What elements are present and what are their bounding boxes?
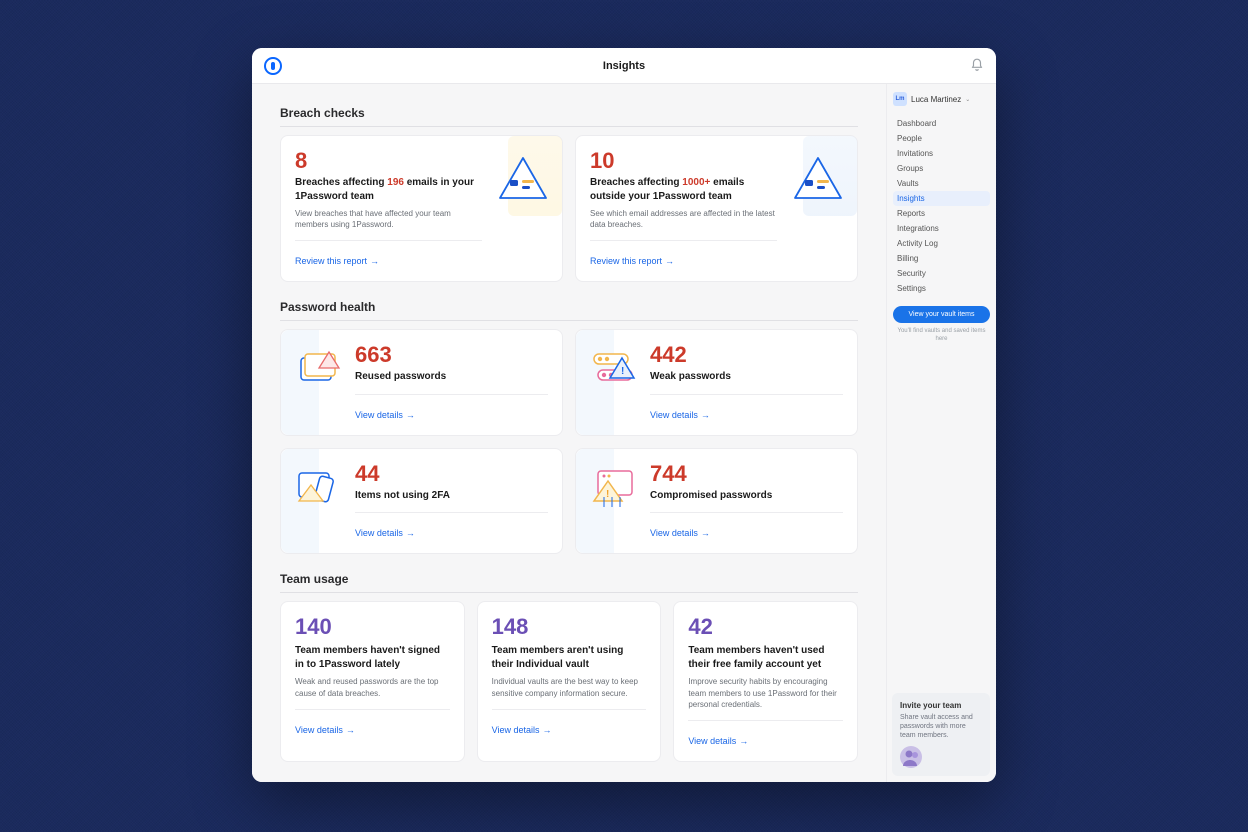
view-details-link[interactable]: View details→ (355, 528, 415, 538)
vault-subtext: You'll find vaults and saved items here (893, 327, 990, 344)
breach-count: 10 (590, 148, 777, 174)
health-count: 663 (355, 342, 548, 368)
health-card-2fa: 44 Items not using 2FA View details→ (280, 448, 563, 555)
svg-text:!: ! (621, 366, 624, 377)
reused-passwords-icon (295, 344, 343, 392)
breach-title: Breaches affecting 196 emails in your 1P… (295, 176, 482, 203)
sidebar-item-people[interactable]: People (893, 131, 990, 146)
page-title: Insights (252, 60, 996, 72)
breach-shield-icon (492, 154, 554, 210)
sidebar: Lm Luca Martinez ⌄ DashboardPeopleInvita… (886, 84, 996, 782)
view-details-link[interactable]: View details→ (650, 410, 710, 420)
team-card-vault: 148 Team members aren't using their Indi… (477, 601, 662, 762)
section-heading-health: Password health (280, 300, 858, 321)
compromised-icon: ! (590, 463, 638, 511)
team-card-family: 42 Team members haven't used their free … (673, 601, 858, 762)
team-sub: Individual vaults are the best way to ke… (492, 676, 647, 698)
health-card-reused: 663 Reused passwords View details→ (280, 329, 563, 436)
team-title: Team members haven't used their free fam… (688, 644, 843, 671)
view-details-link[interactable]: View details→ (355, 410, 415, 420)
section-heading-breach: Breach checks (280, 106, 858, 127)
health-count: 744 (650, 461, 843, 487)
health-label: Items not using 2FA (355, 489, 548, 503)
review-report-link[interactable]: Review this report→ (590, 256, 674, 266)
team-sub: Improve security habits by encouraging t… (688, 676, 843, 710)
team-sub: Weak and reused passwords are the top ca… (295, 676, 450, 698)
health-label: Reused passwords (355, 370, 548, 384)
user-menu[interactable]: Lm Luca Martinez ⌄ (893, 92, 990, 106)
invite-team-card[interactable]: Invite your team Share vault access and … (892, 693, 990, 776)
breach-title: Breaches affecting 1000+ emails outside … (590, 176, 777, 203)
view-vault-button[interactable]: View your vault items (893, 306, 990, 323)
main-content: Breach checks 8 Breaches affecting 196 e… (252, 84, 886, 782)
health-card-weak: ! 442 Weak passwords View details→ (575, 329, 858, 436)
breach-shield-icon (787, 154, 849, 210)
sidebar-item-insights[interactable]: Insights (893, 191, 990, 206)
health-label: Weak passwords (650, 370, 843, 384)
sidebar-item-invitations[interactable]: Invitations (893, 146, 990, 161)
no-2fa-icon (295, 463, 343, 511)
review-report-link[interactable]: Review this report→ (295, 256, 379, 266)
health-count: 442 (650, 342, 843, 368)
view-details-link[interactable]: View details→ (492, 725, 552, 735)
sidebar-item-settings[interactable]: Settings (893, 281, 990, 296)
view-details-link[interactable]: View details→ (650, 528, 710, 538)
section-heading-team: Team usage (280, 572, 858, 593)
team-title: Team members haven't signed in to 1Passw… (295, 644, 450, 671)
sidebar-item-dashboard[interactable]: Dashboard (893, 116, 990, 131)
breach-sub: See which email addresses are affected i… (590, 208, 777, 230)
app-window: Insights Breach checks 8 Breaches affect… (252, 48, 996, 782)
breach-card-internal: 8 Breaches affecting 196 emails in your … (280, 135, 563, 282)
sidebar-item-groups[interactable]: Groups (893, 161, 990, 176)
sidebar-item-billing[interactable]: Billing (893, 251, 990, 266)
team-count: 42 (688, 614, 843, 640)
health-card-compromised: ! 744 Compromised passwords View details… (575, 448, 858, 555)
topbar: Insights (252, 48, 996, 84)
invite-avatar-icon (900, 746, 922, 768)
health-label: Compromised passwords (650, 489, 843, 503)
view-details-link[interactable]: View details→ (688, 736, 748, 746)
user-name: Luca Martinez (911, 95, 961, 104)
invite-sub: Share vault access and passwords with mo… (900, 713, 982, 740)
health-count: 44 (355, 461, 548, 487)
view-details-link[interactable]: View details→ (295, 725, 355, 735)
team-count: 148 (492, 614, 647, 640)
sidebar-item-integrations[interactable]: Integrations (893, 221, 990, 236)
user-avatar-badge: Lm (893, 92, 907, 106)
sidebar-item-security[interactable]: Security (893, 266, 990, 281)
breach-sub: View breaches that have affected your te… (295, 208, 482, 230)
sidebar-item-reports[interactable]: Reports (893, 206, 990, 221)
sidebar-item-vaults[interactable]: Vaults (893, 176, 990, 191)
weak-passwords-icon: ! (590, 344, 638, 392)
sidebar-item-activity-log[interactable]: Activity Log (893, 236, 990, 251)
notifications-icon[interactable] (970, 58, 984, 72)
team-title: Team members aren't using their Individu… (492, 644, 647, 671)
team-card-signin: 140 Team members haven't signed in to 1P… (280, 601, 465, 762)
team-count: 140 (295, 614, 450, 640)
svg-text:!: ! (606, 489, 609, 500)
chevron-down-icon: ⌄ (965, 96, 970, 103)
breach-card-external: 10 Breaches affecting 1000+ emails outsi… (575, 135, 858, 282)
invite-title: Invite your team (900, 701, 982, 710)
breach-count: 8 (295, 148, 482, 174)
